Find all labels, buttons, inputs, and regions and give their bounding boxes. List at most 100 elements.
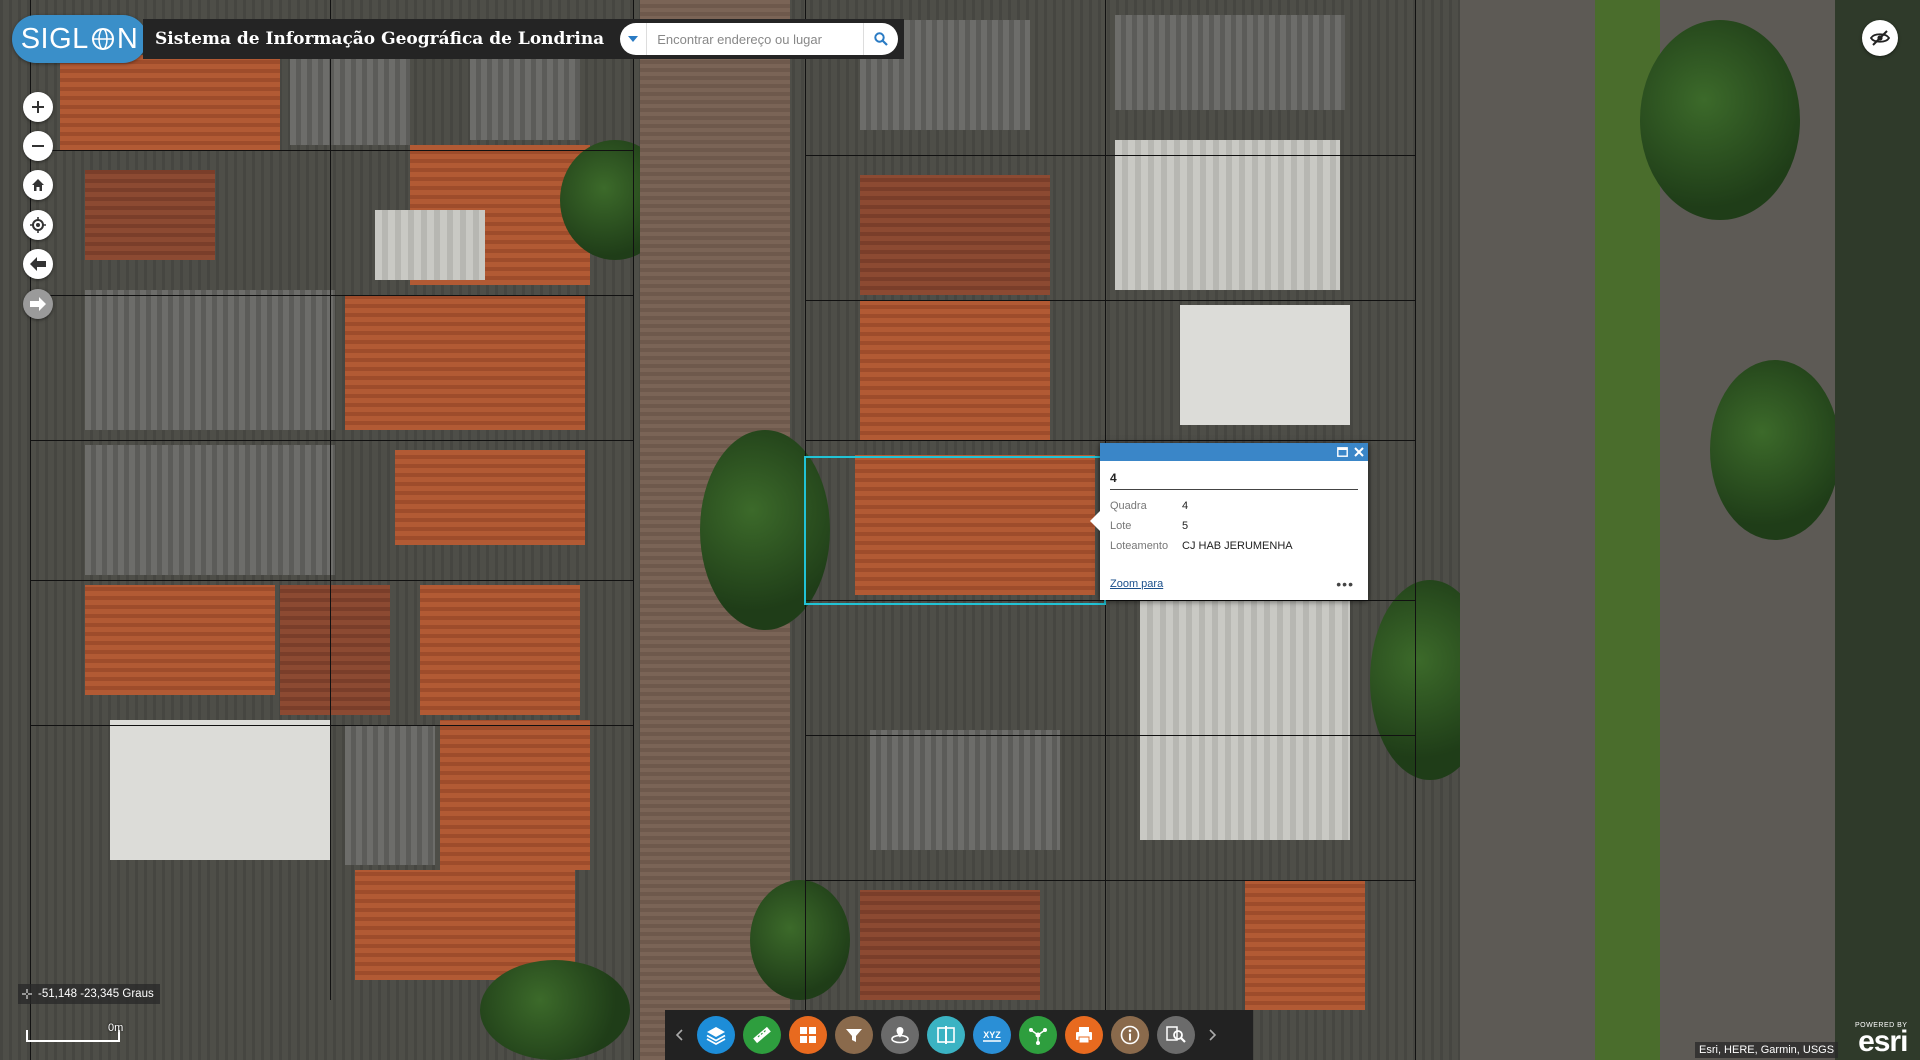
filter-icon bbox=[846, 1029, 862, 1042]
map-roof bbox=[870, 730, 1060, 850]
map-roof bbox=[280, 585, 390, 715]
map-roof bbox=[85, 445, 335, 575]
print-button[interactable] bbox=[1065, 1016, 1103, 1054]
more-actions-button[interactable]: ••• bbox=[1336, 576, 1354, 592]
search-icon bbox=[874, 32, 888, 46]
search-input[interactable] bbox=[647, 23, 864, 55]
swipe-button[interactable] bbox=[927, 1016, 965, 1054]
query-icon bbox=[1166, 1026, 1186, 1043]
zoom-in-button[interactable] bbox=[23, 92, 53, 122]
map-avenue bbox=[1460, 0, 1600, 1060]
zoom-out-button[interactable] bbox=[23, 131, 53, 161]
home-button[interactable] bbox=[23, 170, 53, 200]
map-tree bbox=[1710, 360, 1840, 540]
app-header: SIGL N Sistema de Informação Geográfica … bbox=[12, 14, 905, 64]
search-source-dropdown[interactable] bbox=[620, 23, 648, 55]
query-button[interactable] bbox=[1157, 1016, 1195, 1054]
svg-text:XYZ: XYZ bbox=[983, 1030, 1001, 1040]
locate-button[interactable] bbox=[23, 210, 53, 240]
close-icon[interactable] bbox=[1354, 447, 1364, 457]
map-roof bbox=[440, 720, 590, 870]
toolbar-next-button[interactable] bbox=[1199, 1010, 1227, 1060]
attribute-label: Lote bbox=[1110, 520, 1132, 532]
home-icon bbox=[32, 179, 44, 191]
previous-extent-button[interactable] bbox=[23, 249, 53, 279]
print-icon bbox=[1076, 1027, 1092, 1044]
map-roof bbox=[110, 720, 330, 860]
map-attribution[interactable]: Esri, HERE, Garmin, USGS bbox=[1695, 1042, 1839, 1058]
toolbar-prev-button[interactable] bbox=[665, 1010, 693, 1060]
globe-icon bbox=[91, 28, 114, 50]
coordinate-display[interactable]: -51,148 -23,345 Graus bbox=[18, 984, 160, 1004]
map-roof bbox=[375, 210, 485, 280]
siglon-logo[interactable]: SIGL N bbox=[12, 15, 147, 63]
map-tree bbox=[750, 880, 850, 1000]
basemap-gallery-button[interactable] bbox=[789, 1016, 827, 1054]
attribute-value: CJ HAB JERUMENHA bbox=[1182, 540, 1293, 552]
crosshair-icon bbox=[22, 989, 32, 999]
plus-icon bbox=[32, 101, 44, 113]
map-roof bbox=[345, 725, 435, 865]
logo-text-end: N bbox=[116, 22, 139, 55]
esri-logo[interactable]: POWERED BY esri bbox=[1855, 1022, 1908, 1058]
map-roof bbox=[85, 290, 335, 430]
share-icon bbox=[1029, 1028, 1047, 1045]
scale-bar bbox=[26, 1030, 120, 1042]
maximize-icon[interactable] bbox=[1337, 447, 1348, 457]
coordinate-text: -51,148 -23,345 Graus bbox=[38, 988, 154, 1000]
popup-footer: Zoom para ••• bbox=[1110, 576, 1354, 592]
popup-title: 4 bbox=[1110, 471, 1358, 490]
attribute-value: 4 bbox=[1182, 500, 1189, 512]
locate-icon bbox=[30, 217, 46, 233]
zoom-to-link[interactable]: Zoom para bbox=[1110, 578, 1163, 590]
map-roof bbox=[1115, 15, 1345, 110]
map-roof bbox=[345, 295, 585, 430]
map-roof bbox=[1180, 305, 1350, 425]
map-area bbox=[1835, 0, 1920, 1060]
map-tree bbox=[1640, 20, 1800, 220]
esri-brand: esri bbox=[1858, 1025, 1908, 1058]
measure-button[interactable] bbox=[743, 1016, 781, 1054]
attribute-label: Loteamento bbox=[1110, 540, 1169, 552]
attribute-row: Quadra 4 bbox=[1108, 496, 1295, 516]
layers-button[interactable] bbox=[697, 1016, 735, 1054]
map-roof bbox=[395, 450, 585, 545]
widget-toolbar: XYZ bbox=[665, 1010, 1253, 1060]
chevron-left-icon bbox=[675, 1029, 683, 1041]
toggle-visibility-button[interactable] bbox=[1862, 20, 1898, 56]
map-roof bbox=[860, 175, 1050, 295]
map-roof bbox=[1140, 600, 1350, 840]
map-roof bbox=[60, 55, 280, 150]
app-title: Sistema de Informação Geográfica de Lond… bbox=[143, 19, 619, 59]
next-extent-button[interactable] bbox=[23, 289, 53, 319]
search-box bbox=[620, 23, 899, 55]
chevron-right-icon bbox=[1209, 1029, 1217, 1041]
attribute-row: Loteamento CJ HAB JERUMENHA bbox=[1108, 536, 1295, 556]
coordinate-xyz-button[interactable]: XYZ bbox=[973, 1016, 1011, 1054]
share-button[interactable] bbox=[1019, 1016, 1057, 1054]
info-button[interactable] bbox=[1111, 1016, 1149, 1054]
eye-off-icon bbox=[1870, 30, 1890, 46]
layers-icon bbox=[706, 1027, 726, 1046]
search-button[interactable] bbox=[863, 23, 898, 55]
info-icon bbox=[1120, 1025, 1140, 1045]
map-roof bbox=[85, 585, 275, 695]
attribute-row: Lote 5 bbox=[1108, 516, 1295, 536]
logo-text: SIGL bbox=[20, 22, 89, 55]
arrow-left-icon bbox=[30, 257, 46, 271]
search-container bbox=[618, 19, 905, 59]
arrow-right-icon bbox=[30, 297, 46, 311]
attribute-value: 5 bbox=[1182, 520, 1189, 532]
attribute-label: Quadra bbox=[1110, 500, 1147, 512]
measure-icon bbox=[753, 1026, 771, 1044]
popup-header bbox=[1100, 443, 1368, 461]
map-roof bbox=[1245, 880, 1365, 1010]
caret-down-icon bbox=[628, 36, 639, 42]
selected-parcel-highlight[interactable] bbox=[804, 456, 1106, 605]
map-roof bbox=[290, 55, 410, 145]
swipe-icon bbox=[937, 1026, 955, 1044]
filter-button[interactable] bbox=[835, 1016, 873, 1054]
draw-button[interactable] bbox=[881, 1016, 919, 1054]
popup-pointer bbox=[1090, 511, 1100, 531]
coordinate-xyz-icon: XYZ bbox=[983, 1030, 1001, 1042]
